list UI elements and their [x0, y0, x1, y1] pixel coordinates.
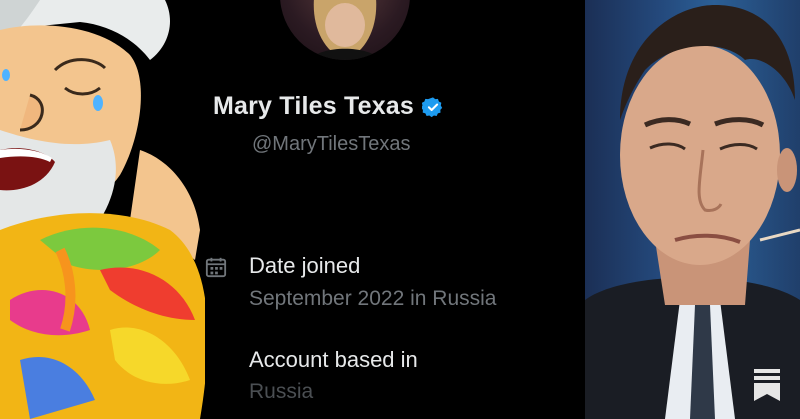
avatar-photo-icon — [310, 0, 380, 60]
portrait-photo — [585, 0, 800, 419]
profile-card: Mary Tiles Texas @MaryTilesTexas Date jo… — [205, 0, 585, 419]
date-joined-label: Date joined — [249, 253, 361, 278]
name-row: Mary Tiles Texas — [213, 92, 444, 121]
cartoon-illustration — [0, 0, 205, 419]
composite-image: Mary Tiles Texas @MaryTilesTexas Date jo… — [0, 0, 800, 419]
date-joined-value: September 2022 in Russia — [249, 287, 497, 310]
cartoon-character-icon — [0, 0, 205, 419]
calendar-icon — [205, 257, 227, 278]
avatar[interactable] — [280, 0, 410, 60]
person-portrait-icon — [585, 5, 800, 419]
account-based-value: Russia — [249, 380, 314, 403]
display-name: Mary Tiles Texas — [213, 92, 415, 120]
account-based-label: Account based in — [249, 347, 418, 372]
substack-logo-icon — [754, 369, 780, 401]
profile-handle: @MaryTilesTexas — [252, 133, 411, 155]
verified-badge-icon — [422, 96, 443, 117]
